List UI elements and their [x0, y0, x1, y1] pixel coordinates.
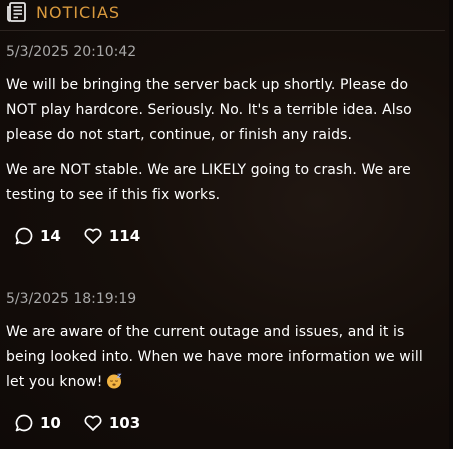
post-timestamp: 5/3/2025 20:10:42: [6, 44, 137, 60]
post-reactions: 10 103: [6, 413, 426, 433]
newspaper-icon: [6, 1, 28, 23]
comment-icon: [14, 413, 34, 433]
sleeping-face-emoji-icon: [106, 373, 122, 389]
comments-button[interactable]: 14: [14, 226, 61, 246]
likes-count: 114: [108, 227, 141, 245]
news-header: NOTICIAS: [6, 0, 120, 24]
heart-icon: [83, 226, 103, 246]
post-paragraph: We will be bringing the server back up s…: [6, 77, 412, 143]
header-divider: [0, 30, 445, 31]
heart-icon: [83, 413, 103, 433]
comments-button[interactable]: 10: [14, 413, 61, 433]
news-post: 5/3/2025 20:10:42 We will be bringing th…: [6, 43, 426, 246]
post-paragraph: We are NOT stable. We are LIKELY going t…: [6, 162, 411, 203]
comment-icon: [14, 226, 34, 246]
comments-count: 10: [40, 414, 61, 432]
comments-count: 14: [40, 227, 61, 245]
post-timestamp: 5/3/2025 18:19:19: [6, 291, 137, 307]
like-button[interactable]: 114: [83, 226, 140, 246]
post-reactions: 14 114: [6, 226, 426, 246]
post-paragraph-text: We are aware of the current outage and i…: [6, 324, 423, 390]
news-title: NOTICIAS: [36, 2, 121, 22]
news-panel: NOTICIAS 5/3/2025 20:10:42 We will be br…: [0, 0, 453, 449]
post-paragraph: We are aware of the current outage and i…: [6, 320, 426, 395]
likes-count: 103: [108, 414, 141, 432]
scrollbar[interactable]: [449, 0, 453, 449]
news-post: 5/3/2025 18:19:19 We are aware of the cu…: [6, 290, 426, 433]
like-button[interactable]: 103: [83, 413, 140, 433]
